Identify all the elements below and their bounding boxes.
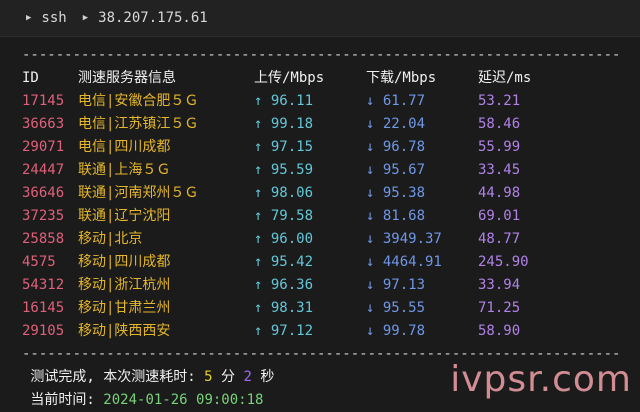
terminal-tab-bar: ▶ ssh ▶ 38.207.175.61: [0, 0, 640, 37]
row-upload: ↑ 79.58: [254, 208, 314, 224]
summary-minute-unit: 分: [212, 369, 244, 385]
row-id: 54312: [22, 277, 65, 293]
row-upload: ↑ 95.42: [254, 254, 314, 270]
table-row: 36663 电信|江苏镇江５Ｇ ↑ 99.18 ↓ 22.04 58.46: [22, 113, 622, 136]
row-service: 电信|安徽合肥５Ｇ: [78, 93, 199, 109]
table-row: 29071 电信|四川成都 ↑ 97.15 ↓ 96.78 55.99: [22, 136, 622, 159]
table-row: 36646 联通|河南郑州５Ｇ ↑ 98.06 ↓ 95.38 44.98: [22, 182, 622, 205]
row-id: 29071: [22, 139, 65, 155]
summary-time-label: 当前时间:: [22, 392, 104, 408]
row-upload: ↑ 96.00: [254, 231, 314, 247]
play-triangle-icon: ▶: [82, 13, 89, 23]
row-download: ↓ 95.55: [366, 300, 426, 316]
row-upload: ↑ 96.11: [254, 93, 314, 109]
row-id: 36646: [22, 185, 65, 201]
table-header: ID 测速服务器信息 上传/Mbps 下载/Mbps 延迟/ms: [22, 67, 622, 90]
table-row: 25858 移动|北京 ↑ 96.00 ↓ 3949.37 48.77: [22, 228, 622, 251]
tab-command-label[interactable]: ssh: [41, 10, 66, 26]
row-service: 电信|四川成都: [78, 139, 171, 155]
table-row: 4575 移动|四川成都 ↑ 95.42 ↓ 4464.91 245.90: [22, 251, 622, 274]
row-id: 4575: [22, 254, 56, 270]
header-service: 测速服务器信息: [78, 70, 176, 86]
row-id: 29105: [22, 323, 65, 339]
row-id: 17145: [22, 93, 65, 109]
row-upload: ↑ 98.31: [254, 300, 314, 316]
row-download: ↓ 99.78: [366, 323, 426, 339]
header-id: ID: [22, 70, 39, 86]
row-latency: 245.90: [478, 254, 529, 270]
row-service: 移动|四川成都: [78, 254, 171, 270]
table-row: 37235 联通|辽宁沈阳 ↑ 79.58 ↓ 81.68 69.01: [22, 205, 622, 228]
row-service: 电信|江苏镇江５Ｇ: [78, 116, 199, 132]
summary-seconds: 2: [243, 369, 252, 385]
row-download: ↓ 97.13: [366, 277, 426, 293]
row-service: 移动|陕西西安: [78, 323, 171, 339]
row-download: ↓ 95.38: [366, 185, 426, 201]
play-triangle-icon: ▶: [26, 13, 32, 23]
table-row: 24447 联通|上海５Ｇ ↑ 95.59 ↓ 95.67 33.45: [22, 159, 622, 182]
row-latency: 33.45: [478, 162, 521, 178]
row-upload: ↑ 99.18: [254, 116, 314, 132]
row-latency: 33.94: [478, 277, 521, 293]
watermark-logo: ivpsr.com: [450, 359, 632, 400]
header-latency: 延迟/ms: [478, 70, 532, 86]
row-latency: 71.25: [478, 300, 521, 316]
row-download: ↓ 61.77: [366, 93, 426, 109]
row-upload: ↑ 97.12: [254, 323, 314, 339]
table-row: 29105 移动|陕西西安 ↑ 97.12 ↓ 99.78 58.90: [22, 320, 622, 343]
separator-line: ----------------------------------------…: [22, 47, 622, 63]
row-upload: ↑ 95.59: [254, 162, 314, 178]
row-service: 联通|河南郑州５Ｇ: [78, 185, 199, 201]
row-upload: ↑ 97.15: [254, 139, 314, 155]
row-id: 24447: [22, 162, 65, 178]
row-service: 移动|甘肃兰州: [78, 300, 171, 316]
speedtest-results: 17145 电信|安徽合肥５Ｇ ↑ 96.11 ↓ 61.77 53.21 36…: [22, 90, 622, 343]
summary-done-label: 测试完成, 本次测速耗时:: [22, 369, 205, 385]
row-latency: 53.21: [478, 93, 521, 109]
row-id: 36663: [22, 116, 65, 132]
header-upload: 上传/Mbps: [254, 70, 325, 86]
row-latency: 58.90: [478, 323, 521, 339]
row-download: ↓ 96.78: [366, 139, 426, 155]
row-latency: 48.77: [478, 231, 521, 247]
table-row: 17145 电信|安徽合肥５Ｇ ↑ 96.11 ↓ 61.77 53.21: [22, 90, 622, 113]
tab-host-label[interactable]: 38.207.175.61: [98, 10, 208, 26]
row-download: ↓ 81.68: [366, 208, 426, 224]
row-download: ↓ 22.04: [366, 116, 426, 132]
summary-time-value: 2024-01-26 09:00:18: [103, 392, 264, 408]
row-download: ↓ 4464.91: [366, 254, 442, 270]
table-row: 16145 移动|甘肃兰州 ↑ 98.31 ↓ 95.55 71.25: [22, 297, 622, 320]
row-service: 联通|辽宁沈阳: [78, 208, 171, 224]
row-id: 37235: [22, 208, 65, 224]
row-service: 移动|浙江杭州: [78, 277, 171, 293]
row-download: ↓ 3949.37: [366, 231, 442, 247]
terminal-output: ----------------------------------------…: [22, 44, 622, 412]
table-row: 54312 移动|浙江杭州 ↑ 96.36 ↓ 97.13 33.94: [22, 274, 622, 297]
row-id: 16145: [22, 300, 65, 316]
row-service: 联通|上海５Ｇ: [78, 162, 171, 178]
row-latency: 55.99: [478, 139, 521, 155]
summary-second-unit: 秒: [251, 369, 275, 385]
row-latency: 69.01: [478, 208, 521, 224]
summary-minutes: 5: [204, 369, 213, 385]
header-download: 下载/Mbps: [366, 70, 437, 86]
row-id: 25858: [22, 231, 65, 247]
row-upload: ↑ 98.06: [254, 185, 314, 201]
row-latency: 44.98: [478, 185, 521, 201]
row-upload: ↑ 96.36: [254, 277, 314, 293]
row-service: 移动|北京: [78, 231, 143, 247]
row-latency: 58.46: [478, 116, 521, 132]
row-download: ↓ 95.67: [366, 162, 426, 178]
